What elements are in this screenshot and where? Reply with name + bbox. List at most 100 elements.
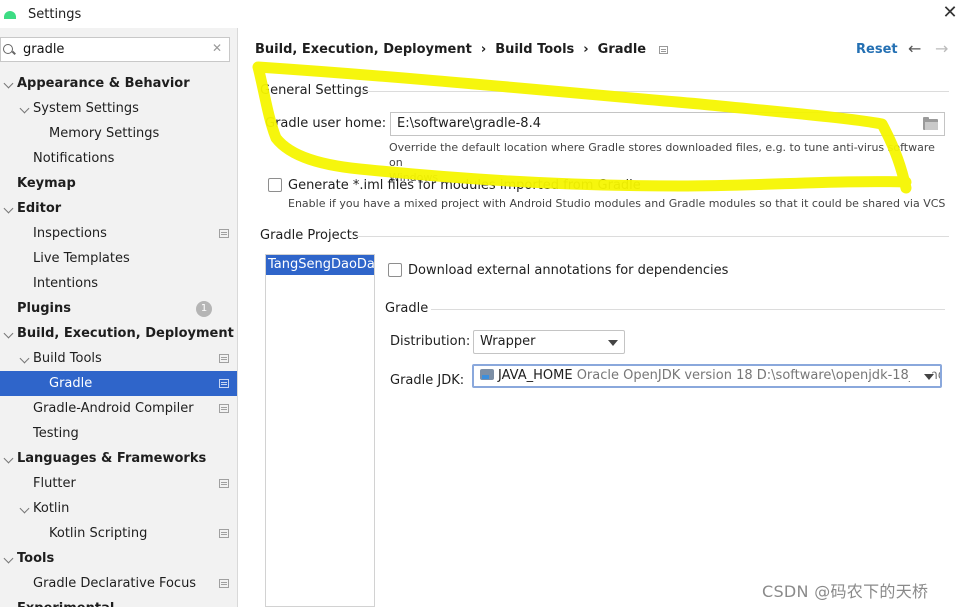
jdk-name: JAVA_HOME [498,368,573,383]
sidebar-item-label: Testing [33,426,79,441]
reset-link[interactable]: Reset [856,42,898,57]
sidebar-item[interactable]: Kotlin [0,496,237,521]
sidebar-item[interactable]: Plugins 1 [0,296,237,321]
sidebar-item-label: Experimental [17,596,114,607]
chevron-down-icon[interactable] [3,453,14,464]
sidebar-item[interactable]: Gradle-Android Compiler [0,396,237,421]
sidebar-item[interactable]: Build, Execution, Deployment [0,321,237,346]
sidebar-item-label: Flutter [33,476,76,491]
sidebar-item[interactable]: Experimental [0,596,237,607]
clear-search-icon[interactable]: ✕ [212,41,222,55]
jdk-detail: Oracle OpenJDK version 18 D:\software\op… [576,368,942,383]
sidebar-item-label: Tools [17,551,55,566]
search-icon [1,42,19,58]
gradle-user-home-label: Gradle user home: [265,116,387,131]
gradle-projects-list[interactable]: TangSengDaoDao [265,254,375,607]
breadcrumb-item-gradle: Gradle [597,42,647,57]
project-level-icon [219,579,229,588]
sidebar-item[interactable]: Inspections [0,221,237,246]
download-annotations-label[interactable]: Download external annotations for depend… [408,263,728,278]
project-level-icon [219,354,229,363]
sidebar-item-label: Inspections [33,226,107,241]
chevron-down-icon[interactable] [3,553,14,564]
breadcrumb-separator: › [583,42,589,57]
sidebar-item-label: Gradle [49,376,93,391]
back-arrow-icon[interactable]: ← [908,39,921,58]
generate-iml-hint: Enable if you have a mixed project with … [288,197,946,210]
search-box[interactable]: ✕ [0,37,230,62]
gradle-user-home-field[interactable]: E:\software\gradle-8.4 [390,112,945,136]
sidebar-item[interactable]: Keymap [0,171,237,196]
chevron-down-icon[interactable] [3,203,14,214]
project-item[interactable]: TangSengDaoDao [266,255,374,275]
forward-arrow-icon[interactable]: → [935,39,948,58]
breadcrumb-separator: › [480,42,487,57]
window-title: Settings [28,6,82,22]
sidebar-item-label: Intentions [33,276,99,291]
chevron-down-icon [924,374,934,380]
sidebar-item-label: Memory Settings [49,126,160,141]
distribution-dropdown[interactable]: Wrapper [473,330,625,354]
sidebar-item-label: Kotlin Scripting [49,526,148,541]
breadcrumb-item-build-tools[interactable]: Build Tools [495,42,574,57]
gradle-projects-title: Gradle Projects [260,228,359,243]
sidebar-item[interactable]: Build Tools [0,346,237,371]
settings-sidebar: ✕ Appearance & Behavior System Settings Me… [0,28,238,607]
search-input[interactable] [23,42,203,57]
sidebar-item-label: System Settings [33,101,139,116]
sidebar-item-label: Build Tools [33,351,102,366]
distribution-label: Distribution: [390,334,471,349]
chevron-down-icon[interactable] [19,503,30,514]
sidebar-item[interactable]: Gradle Declarative Focus [0,571,237,596]
sidebar-item-label: Plugins [17,301,71,316]
project-level-icon [219,529,229,538]
sidebar-item-label: Live Templates [33,251,130,266]
section-divider [361,91,949,92]
generate-iml-checkbox[interactable] [268,178,282,192]
sidebar-item[interactable]: Memory Settings [0,121,237,146]
sidebar-item[interactable]: Live Templates [0,246,237,271]
sidebar-item-label: Keymap [17,176,76,191]
sidebar-item[interactable]: Testing [0,421,237,446]
sidebar-item-label: Editor [17,201,62,216]
project-level-icon [219,479,229,488]
sidebar-item-label: Kotlin [33,501,70,516]
sidebar-item[interactable]: Gradle [0,371,237,396]
project-level-icon [219,229,229,238]
sidebar-item[interactable]: Editor [0,196,237,221]
sidebar-item-label: Appearance & Behavior [17,76,190,91]
update-count-badge: 1 [196,301,212,317]
sidebar-item-label: Notifications [33,151,115,166]
folder-icon[interactable] [923,117,938,130]
sidebar-item[interactable]: Languages & Frameworks [0,446,237,471]
gradle-user-home-value: E:\software\gradle-8.4 [397,116,541,131]
section-divider [431,309,945,310]
sidebar-item[interactable]: Notifications [0,146,237,171]
breadcrumb-item-build[interactable]: Build, Execution, Deployment [255,42,472,57]
watermark: CSDN @码农下的天桥 [762,582,929,601]
title-bar: Settings ✕ [0,0,968,28]
download-annotations-checkbox[interactable] [388,263,402,277]
close-icon[interactable]: ✕ [940,3,960,23]
main-panel: Build, Execution, Deployment › Build Too… [239,28,968,607]
sidebar-item[interactable]: System Settings [0,96,237,121]
sidebar-item[interactable]: Kotlin Scripting [0,521,237,546]
chevron-down-icon[interactable] [19,353,30,364]
sidebar-item[interactable]: Intentions [0,271,237,296]
settings-tree: Appearance & Behavior System Settings Memo… [0,71,237,607]
gradle-jdk-label: Gradle JDK: [390,373,465,388]
chevron-down-icon [608,340,618,346]
chevron-down-icon[interactable] [3,78,14,89]
general-settings-title: General Settings [260,83,369,98]
chevron-down-icon[interactable] [19,103,30,114]
sidebar-item[interactable]: Flutter [0,471,237,496]
sidebar-item-label: Gradle Declarative Focus [33,576,197,591]
generate-iml-label[interactable]: Generate *.iml files for modules importe… [288,178,641,193]
chevron-down-icon[interactable] [3,328,14,339]
breadcrumb: Build, Execution, Deployment › Build Too… [255,42,669,57]
sidebar-item-label: Build, Execution, Deployment [17,326,234,341]
gradle-jdk-dropdown[interactable]: JAVA_HOME Oracle OpenJDK version 18 D:\s… [472,364,942,388]
sidebar-item[interactable]: Tools [0,546,237,571]
sidebar-item[interactable]: Appearance & Behavior [0,71,237,96]
project-level-icon [659,45,669,54]
